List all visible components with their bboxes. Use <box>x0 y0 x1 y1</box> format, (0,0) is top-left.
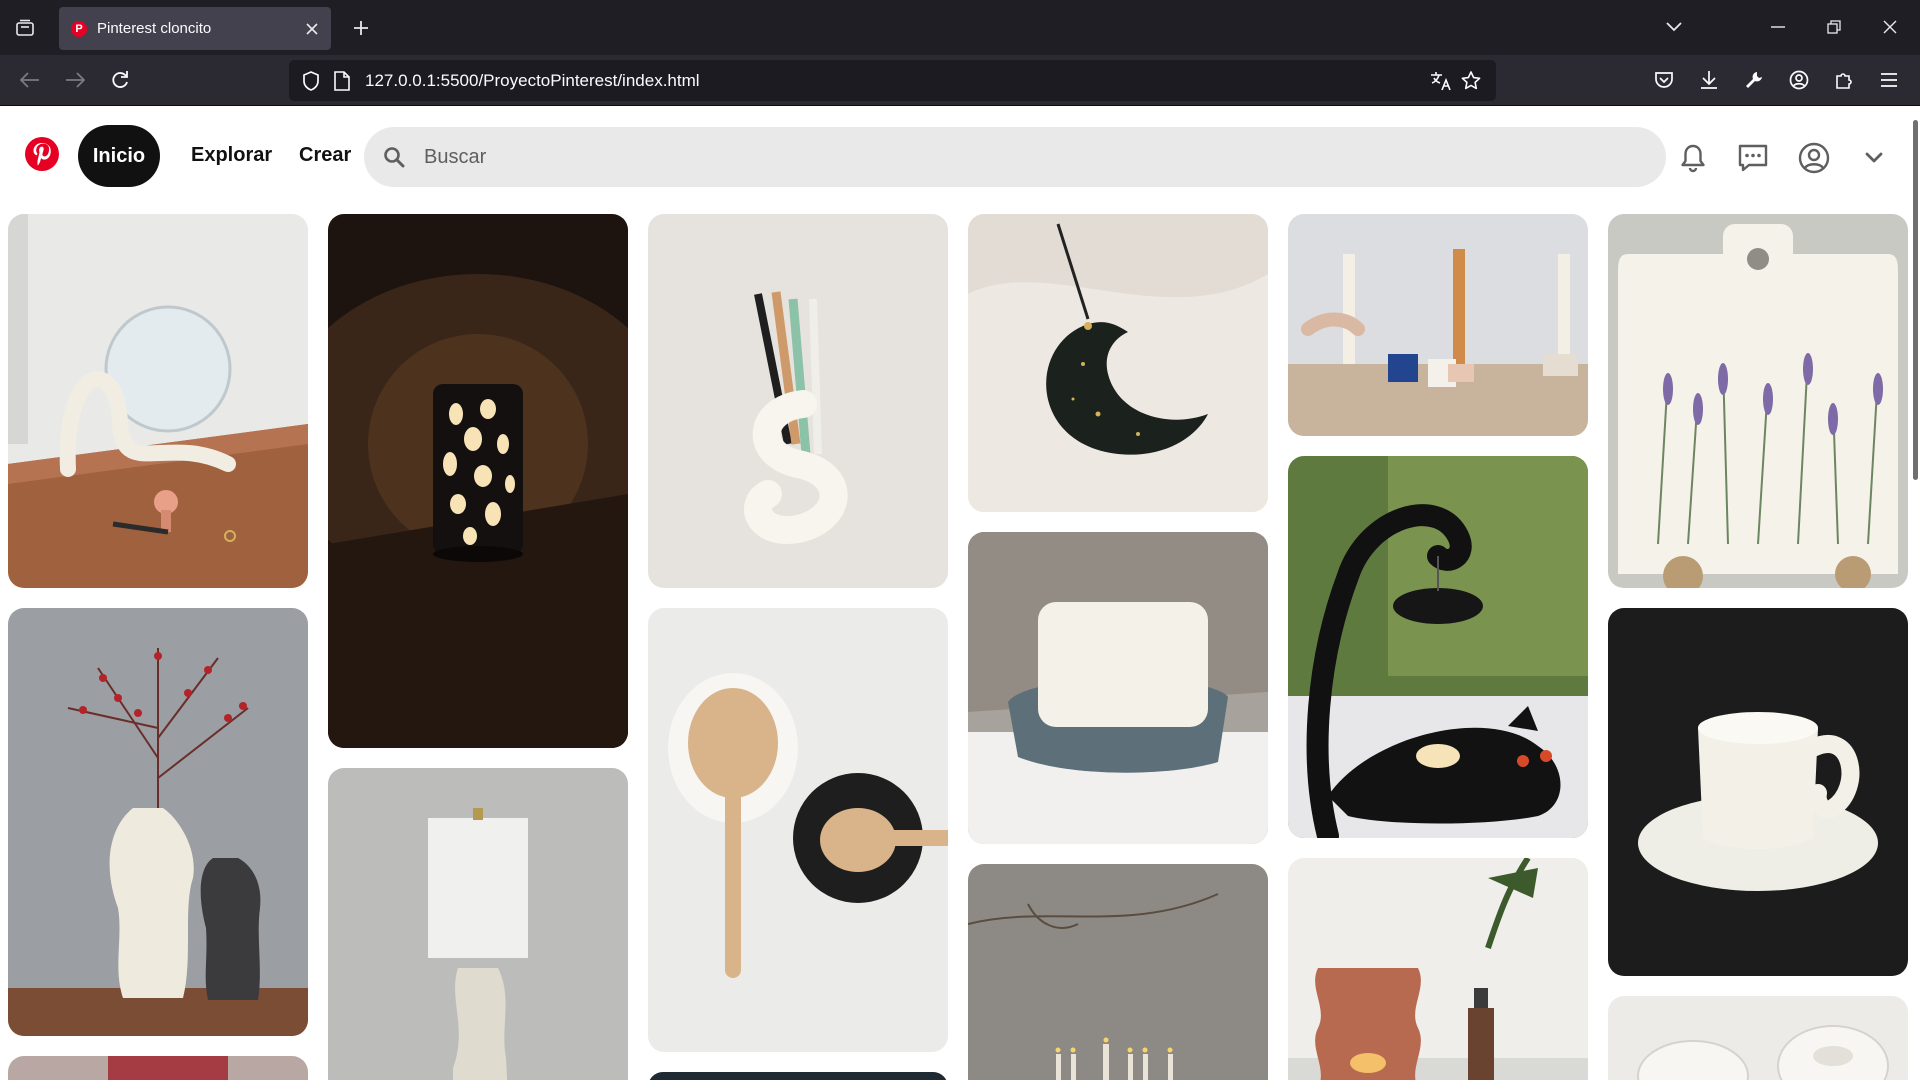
browser-nav-bar: 127.0.0.1:5500/ProyectoPinterest/index.h… <box>0 55 1920 106</box>
translate-icon[interactable] <box>1428 68 1454 94</box>
search-icon <box>382 145 406 169</box>
account-icon[interactable] <box>1782 63 1816 97</box>
pin-ear-cup[interactable] <box>1608 608 1908 976</box>
user-circle-icon[interactable] <box>1792 136 1836 180</box>
pin-toothbrush-holder[interactable] <box>648 214 948 588</box>
pin-lavender-board[interactable] <box>1608 214 1908 588</box>
search-bar[interactable] <box>364 127 1666 187</box>
pocket-icon[interactable] <box>1647 63 1681 97</box>
page-icon[interactable] <box>329 68 355 94</box>
pin-mirror-stand[interactable] <box>8 214 308 588</box>
pin-bowls[interactable] <box>1608 996 1908 1080</box>
home-button[interactable]: Inicio <box>78 125 160 187</box>
back-arrow-icon[interactable] <box>13 63 47 97</box>
wrench-icon[interactable] <box>1737 63 1771 97</box>
create-link[interactable]: Crear <box>299 144 351 167</box>
extensions-icon[interactable] <box>1827 63 1861 97</box>
tab-list-icon[interactable] <box>8 12 42 44</box>
page-scrollbar[interactable] <box>1913 120 1918 480</box>
bookmark-star-icon[interactable] <box>1458 68 1484 94</box>
browser-tab[interactable]: P Pinterest cloncito <box>59 7 331 50</box>
close-tab-icon[interactable] <box>301 18 323 40</box>
shield-icon[interactable] <box>298 68 324 94</box>
bell-icon[interactable] <box>1671 136 1715 180</box>
address-bar[interactable]: 127.0.0.1:5500/ProyectoPinterest/index.h… <box>289 60 1496 101</box>
pin-candle-holders[interactable] <box>1288 214 1588 436</box>
pinterest-logo-icon[interactable] <box>25 137 59 171</box>
pin-cat-oil-burner[interactable] <box>1288 456 1588 838</box>
pin-spoon-rests[interactable] <box>648 608 948 1052</box>
explore-link[interactable]: Explorar <box>191 144 272 167</box>
reload-icon[interactable] <box>103 63 137 97</box>
pin-table-lamp[interactable] <box>328 768 628 1080</box>
hamburger-menu-icon[interactable] <box>1872 63 1906 97</box>
close-window-icon[interactable] <box>1872 10 1908 44</box>
pinterest-page: Inicio Explorar Crear <box>0 106 1920 1080</box>
search-input[interactable] <box>422 137 1622 177</box>
pin-wax-melter[interactable] <box>1288 858 1588 1080</box>
new-tab-icon[interactable] <box>344 12 378 44</box>
forward-arrow-icon[interactable] <box>58 63 92 97</box>
minimize-icon[interactable] <box>1760 10 1796 44</box>
restore-icon[interactable] <box>1816 10 1852 44</box>
chevron-down-icon[interactable] <box>1852 136 1896 180</box>
pin-partial[interactable] <box>8 1056 308 1080</box>
downloads-icon[interactable] <box>1692 63 1726 97</box>
pin-candles-branch[interactable] <box>968 864 1268 1080</box>
pin-textured-vases[interactable] <box>8 608 308 1036</box>
pin-lantern-lamp[interactable] <box>328 214 628 748</box>
pin-soap-dish[interactable] <box>968 532 1268 844</box>
list-all-tabs-icon[interactable] <box>1656 10 1692 44</box>
pin-moon-incense-holder[interactable] <box>968 214 1268 512</box>
browser-tab-bar: P Pinterest cloncito <box>0 0 1920 55</box>
url-text: 127.0.0.1:5500/ProyectoPinterest/index.h… <box>365 71 700 90</box>
chat-icon[interactable] <box>1731 136 1775 180</box>
pin-partial-2[interactable] <box>648 1072 948 1080</box>
tab-title: Pinterest cloncito <box>97 20 212 37</box>
tab-favicon-icon: P <box>71 20 87 37</box>
